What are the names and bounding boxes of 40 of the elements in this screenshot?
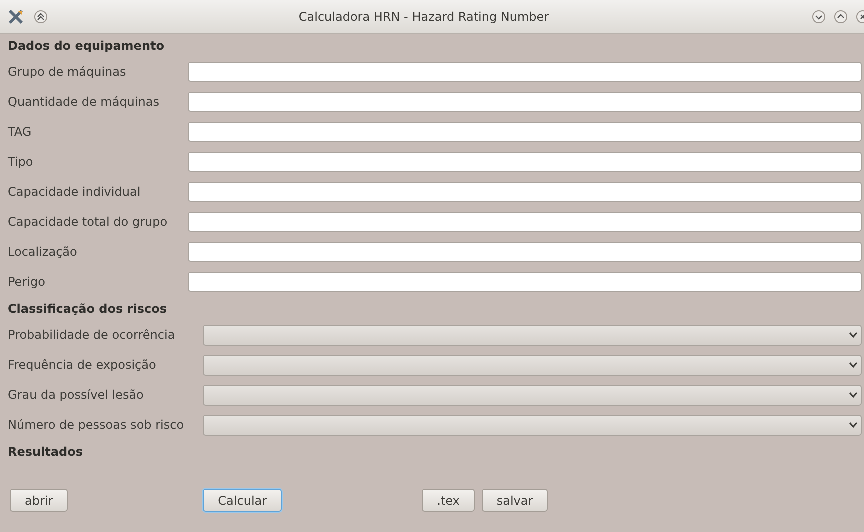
field-label: Grau da possível lesão: [8, 387, 145, 404]
text-field[interactable]: [188, 182, 862, 202]
text-field[interactable]: [188, 272, 862, 292]
field-label: Grupo de máquinas: [8, 64, 128, 81]
field-label: Quantidade de máquinas: [8, 94, 160, 111]
text-field[interactable]: [188, 122, 862, 142]
chevron-down-icon: [849, 332, 858, 338]
chevron-down-icon: [849, 422, 858, 428]
field-label: Capacidade total do grupo: [8, 214, 169, 231]
field-label: TAG: [8, 124, 33, 141]
app-icon: [8, 8, 24, 24]
text-field[interactable]: [188, 212, 862, 232]
field-label: Probabilidade de ocorrência: [8, 327, 176, 344]
window-title: Calculadora HRN - Hazard Rating Number: [298, 8, 550, 26]
field-label: Frequência de exposição: [8, 357, 158, 374]
field-label: Tipo: [8, 154, 34, 171]
chevron-down-icon: [849, 362, 858, 368]
field-label: Capacidade individual: [8, 184, 142, 201]
text-field[interactable]: [188, 62, 862, 82]
text-field[interactable]: [188, 152, 862, 172]
action-button[interactable]: Calcular: [203, 489, 282, 512]
action-button[interactable]: .tex: [422, 489, 475, 512]
text-field[interactable]: [188, 92, 862, 112]
field-label: Número de pessoas sob risco: [8, 417, 186, 434]
section-heading: Resultados: [8, 444, 83, 460]
action-button[interactable]: abrir: [10, 489, 68, 512]
chevron-down-icon: [849, 392, 858, 398]
maximize-button[interactable]: [834, 10, 848, 24]
dropdown[interactable]: [203, 354, 862, 376]
dropdown[interactable]: [203, 384, 862, 406]
text-field[interactable]: [188, 242, 862, 262]
field-label: Perigo: [8, 274, 46, 291]
minimize-button[interactable]: [812, 10, 826, 24]
shade-button[interactable]: [34, 10, 48, 24]
section-heading: Dados do equipamento: [8, 38, 164, 54]
field-label: Localização: [8, 244, 78, 261]
section-heading: Classificação dos riscos: [8, 300, 167, 318]
dropdown[interactable]: [203, 324, 862, 346]
dropdown[interactable]: [203, 414, 862, 436]
action-button[interactable]: salvar: [482, 489, 548, 512]
